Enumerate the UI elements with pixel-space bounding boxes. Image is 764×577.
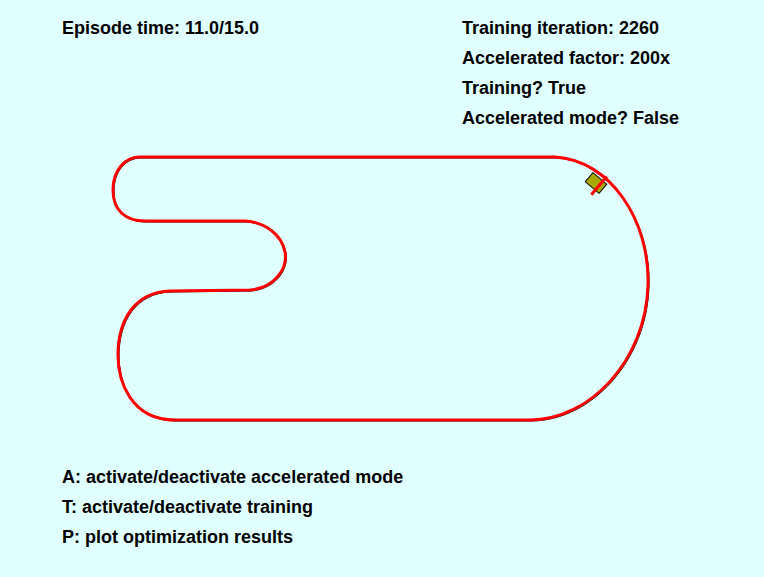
control-hint: A: activate/deactivate accelerated mode [62,462,764,492]
episode-time: Episode time: 11.0/15.0 [62,13,462,133]
header: Episode time: 11.0/15.0Training iteratio… [0,0,764,133]
simulation-window: Episode time: 11.0/15.0Training iteratio… [0,0,764,577]
trajectory-line [113,157,648,420]
track-canvas [0,133,764,465]
status-panel: Training iteration: 2260Accelerated fact… [462,13,679,133]
control-hint: T: activate/deactivate training [62,492,764,522]
status-line: Accelerated mode? False [462,103,679,133]
control-hint: P: plot optimization results [62,522,764,552]
controls-help: A: activate/deactivate accelerated modeT… [0,462,764,552]
status-line: Training iteration: 2260 [462,13,679,43]
status-line: Training? True [462,73,679,103]
status-line: Accelerated factor: 200x [462,43,679,73]
track-line [114,158,649,421]
car-icon [581,168,610,198]
